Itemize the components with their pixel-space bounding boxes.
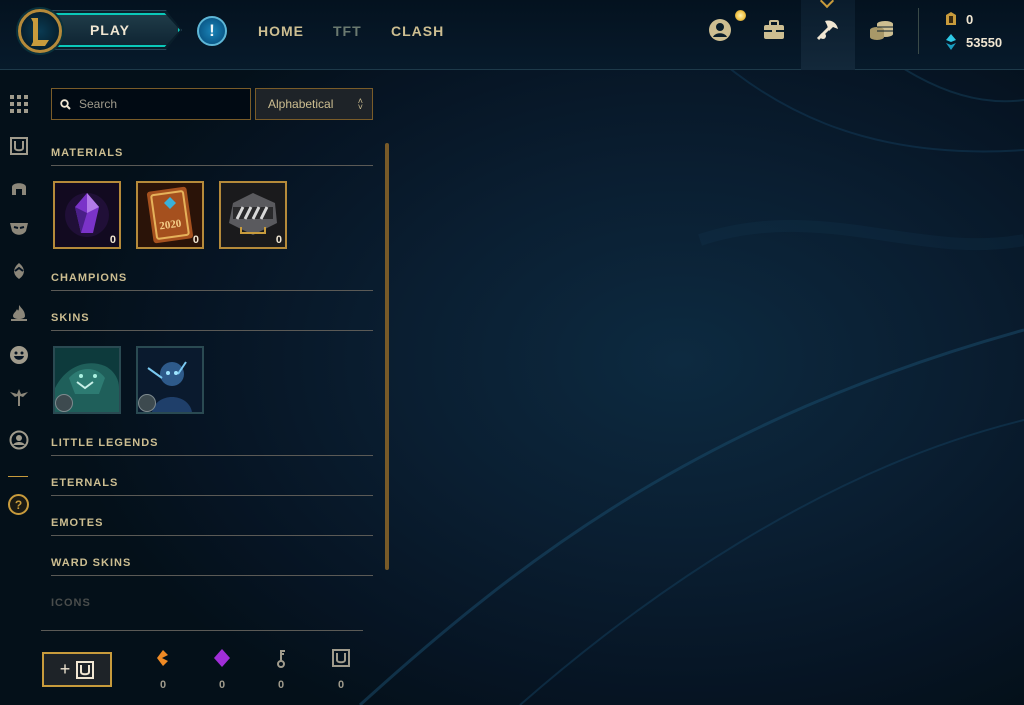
material-count: 0 [275,234,282,246]
material-tile[interactable]: 2020 0 [136,181,204,249]
section-header-little-legends[interactable]: LITTLE LEGENDS [51,426,373,456]
rail-divider [8,476,28,477]
skin-shard-badge-icon [55,394,73,412]
blue-essence-balance: 53550 [944,34,1002,50]
orange-essence-counter: 0 [153,648,173,691]
plus-glyph: + [59,659,71,679]
rp-value: 0 [966,11,974,27]
sort-dropdown[interactable]: Alphabetical ˄ ˅ [255,88,373,120]
play-label: PLAY [89,22,131,38]
section-header-skins[interactable]: SKINS [51,301,373,331]
list-scrollbar[interactable] [385,143,389,570]
grid-icon[interactable] [8,93,30,115]
chest-icon[interactable] [8,135,30,157]
rp-icon [946,12,956,25]
mask-icon[interactable] [8,218,30,240]
chest-icon [332,649,350,667]
flame-icon[interactable] [8,302,30,324]
header-divider [918,8,919,54]
skin-tile[interactable] [53,346,121,414]
sort-value: Alphabetical [268,97,334,111]
key-counter: 0 [271,648,291,691]
search-input[interactable] [79,97,239,111]
skin-shard-badge-icon [138,394,156,412]
material-tile[interactable]: 0 [219,181,287,249]
mythic-essence-value: 0 [218,679,226,691]
play-button[interactable]: PLAY [52,13,180,47]
mythic-essence-counter: 0 [212,648,232,691]
blue-essence-icon [946,34,956,50]
help-glyph: ? [14,497,23,512]
store-icon[interactable] [866,14,898,46]
alert-glyph: ! [209,21,215,40]
section-header-eternals[interactable]: ETERNALS [51,466,373,496]
blue-essence-value: 53550 [966,34,1003,50]
search-icon [60,98,71,110]
helmet-icon[interactable] [8,177,30,199]
nav-tft[interactable]: TFT [333,23,362,39]
footer-divider [41,630,363,631]
mythic-essence-icon [214,649,230,667]
section-header-champions[interactable]: CHAMPIONS [51,261,373,291]
search-field[interactable] [51,88,251,120]
material-count: 0 [109,234,116,246]
nav-home[interactable]: HOME [258,23,304,39]
orange-essence-icon [157,650,168,666]
material-count: 0 [192,234,199,246]
nav-clash[interactable]: CLASH [391,23,444,39]
profile-icon[interactable] [704,14,736,46]
chest-counter: 0 [331,648,351,691]
loot-icon[interactable] [812,14,844,46]
material-tile[interactable]: 0 [53,181,121,249]
top-nav-bar: PLAY ! HOME TFT CLASH 0 53550 [0,0,1024,70]
ward-icon[interactable] [8,386,30,408]
profile-icons-icon[interactable] [8,429,30,451]
key-value: 0 [277,679,285,691]
emote-icon[interactable] [8,344,30,366]
section-header-ward-skins[interactable]: WARD SKINS [51,546,373,576]
notification-dot-icon [735,10,746,21]
add-to-crafting-button[interactable]: + [42,652,112,687]
section-header-icons[interactable]: ICONS [51,586,373,616]
rp-balance: 0 [944,11,973,27]
collection-icon[interactable] [758,14,790,46]
league-logo-icon[interactable] [18,9,62,53]
section-header-emotes[interactable]: EMOTES [51,506,373,536]
skin-tile[interactable] [136,346,204,414]
orange-essence-value: 0 [159,679,167,691]
chevron-updown-icon: ˄ ˅ [357,96,363,112]
egg-icon[interactable] [8,260,30,282]
section-header-materials[interactable]: MATERIALS [51,136,373,166]
chest-icon [76,660,95,679]
help-icon[interactable]: ? [8,494,29,515]
alert-button[interactable]: ! [197,16,227,46]
key-icon [277,650,285,668]
chest-value: 0 [337,679,345,691]
loot-list: MATERIALS 0 2020 0 0 CHAMPIONS SKINS LIT… [51,136,373,624]
